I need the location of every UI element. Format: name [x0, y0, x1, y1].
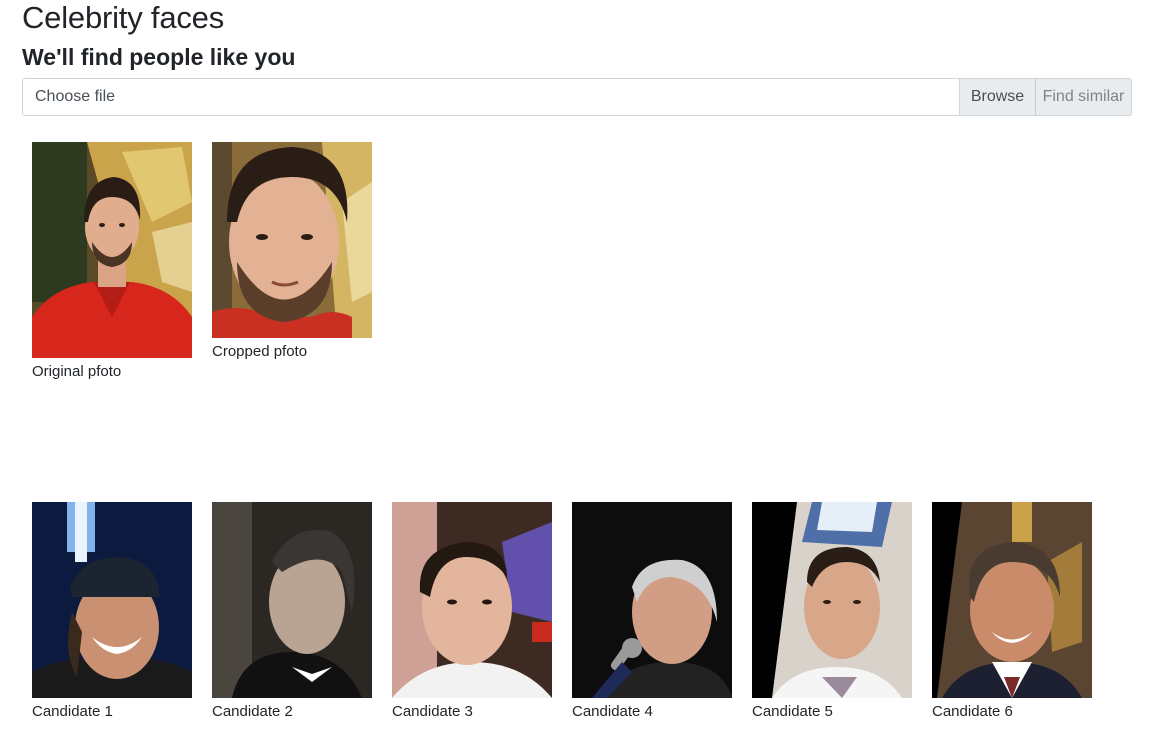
page: Celebrity faces We'll find people like y… — [0, 0, 1155, 734]
candidate-caption: Candidate 1 — [32, 703, 113, 720]
page-subtitle: We'll find people like you — [22, 44, 296, 70]
original-photo-caption: Original pfoto — [32, 363, 122, 380]
candidate-photo — [212, 502, 372, 698]
candidate-caption: Candidate 4 — [572, 703, 653, 720]
candidate-figure: Candidate 5 — [752, 502, 912, 722]
candidate-caption: Candidate 5 — [752, 703, 833, 720]
file-upload-group: Choose file Browse Find similar — [22, 78, 1132, 116]
page-title: Celebrity faces — [22, 0, 225, 35]
find-similar-button[interactable]: Find similar — [1035, 79, 1131, 115]
candidate-photo — [932, 502, 1092, 698]
browse-button[interactable]: Browse — [959, 79, 1035, 115]
candidate-caption: Candidate 6 — [932, 703, 1013, 720]
candidate-figure: Candidate 4 — [572, 502, 732, 722]
candidate-figure: Candidate 3 — [392, 502, 552, 722]
cropped-photo-figure: Cropped pfoto — [212, 142, 372, 362]
candidate-photo — [572, 502, 732, 698]
cropped-photo — [212, 142, 372, 338]
cropped-photo-caption: Cropped pfoto — [212, 343, 308, 360]
candidate-figure: Candidate 2 — [212, 502, 372, 722]
candidate-figure: Candidate 1 — [32, 502, 192, 722]
candidate-caption: Candidate 2 — [212, 703, 293, 720]
candidate-figure: Candidate 6 — [932, 502, 1092, 722]
candidate-caption: Candidate 3 — [392, 703, 473, 720]
file-input[interactable]: Choose file — [23, 79, 959, 115]
candidate-photo — [32, 502, 192, 698]
original-photo — [32, 142, 192, 358]
original-photo-figure: Original pfoto — [32, 142, 192, 382]
candidate-photo — [752, 502, 912, 698]
candidate-photo — [392, 502, 552, 698]
